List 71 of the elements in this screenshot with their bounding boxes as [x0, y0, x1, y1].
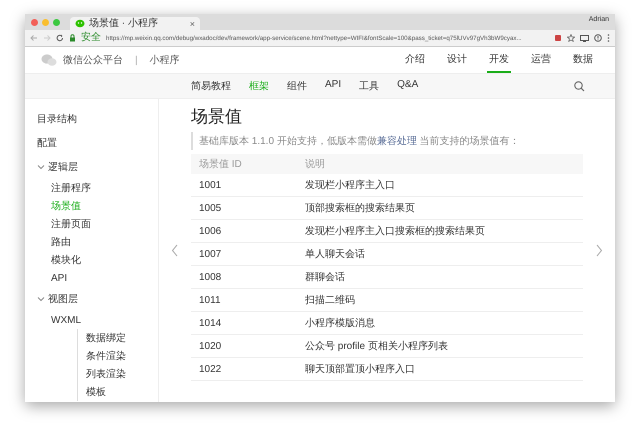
- forward-arrow-icon[interactable]: [43, 34, 51, 42]
- sidebar-item[interactable]: 视图层: [48, 292, 78, 306]
- subnav-tab[interactable]: Q&A: [397, 79, 418, 93]
- table-cell: 1005: [191, 196, 297, 220]
- info-icon: [594, 34, 602, 42]
- sidebar-item[interactable]: 路由: [51, 235, 71, 249]
- tab-close-button[interactable]: ×: [190, 18, 195, 28]
- sidebar-item[interactable]: 逻辑层: [48, 160, 78, 174]
- table-cell: 1020: [191, 334, 297, 358]
- page-title: 场景值: [191, 106, 243, 128]
- browser-tab[interactable]: 场景值 · 小程序 ×: [70, 17, 200, 30]
- subnav-tab[interactable]: 简易教程: [191, 79, 231, 93]
- table-cell: 公众号 profile 页相关小程序列表: [297, 334, 583, 358]
- table-cell: 单人聊天会话: [297, 242, 583, 266]
- table-cell: 1008: [191, 266, 297, 288]
- sidebar-item[interactable]: 目录结构: [37, 112, 77, 126]
- minimize-window-icon[interactable]: [42, 18, 49, 26]
- table-cell: 扫描二维码: [297, 288, 583, 312]
- site-brand[interactable]: 微信公众平台: [63, 53, 123, 67]
- table-cell: 1011: [191, 288, 297, 312]
- table-cell: 1014: [191, 312, 297, 334]
- subnav-tab[interactable]: API: [325, 79, 342, 93]
- zoom-window-icon[interactable]: [53, 18, 60, 26]
- sidebar-item[interactable]: 条件渲染: [86, 349, 126, 363]
- back-arrow-icon[interactable]: [30, 34, 38, 42]
- product-name[interactable]: 小程序: [150, 53, 180, 67]
- sidebar-item[interactable]: WXML: [51, 314, 81, 326]
- version-note: 基础库版本 1.1.0 开始支持，低版本需做兼容处理 当前支持的场景值有：: [191, 132, 583, 150]
- nav-tab[interactable]: 介绍: [403, 47, 427, 73]
- brand-separator: |: [135, 54, 138, 66]
- sidebar-item[interactable]: 模块化: [51, 253, 81, 267]
- sidebar-item[interactable]: 列表渲染: [86, 367, 126, 381]
- table-cell: 1001: [191, 174, 297, 196]
- column-header: 场景值 ID: [191, 154, 297, 174]
- table-cell: 群聊会话: [297, 266, 583, 288]
- lock-icon: [69, 34, 76, 42]
- chat-logo-icon: [41, 53, 57, 67]
- close-window-icon[interactable]: [31, 18, 38, 26]
- sidebar-item[interactable]: 模板: [86, 385, 106, 399]
- table-cell: 发现栏小程序主入口: [297, 174, 583, 196]
- chevron-left-icon[interactable]: [171, 244, 179, 257]
- table-cell: 1022: [191, 358, 297, 380]
- subnav-tab[interactable]: 工具: [359, 79, 380, 93]
- star-icon[interactable]: [567, 34, 575, 42]
- subnav-tab[interactable]: 组件: [287, 79, 307, 93]
- extension-icon: [554, 34, 562, 42]
- sidebar-item[interactable]: 数据绑定: [86, 331, 126, 345]
- table-cell: 聊天顶部置顶小程序入口: [297, 358, 583, 380]
- table-cell: 顶部搜索框的搜索结果页: [297, 196, 583, 220]
- compat-link[interactable]: 兼容处理: [376, 136, 417, 147]
- column-header: 说明: [297, 154, 583, 174]
- sidebar-item[interactable]: API: [51, 272, 68, 284]
- nav-tab[interactable]: 数据: [571, 47, 595, 73]
- monitor-icon: [580, 34, 589, 42]
- chat-bubble-icon: [75, 19, 85, 28]
- search-icon[interactable]: [574, 80, 585, 92]
- reload-icon[interactable]: [56, 34, 64, 42]
- security-label: 安全: [81, 32, 101, 44]
- table-cell: 发现栏小程序主入口搜索框的搜索结果页: [297, 220, 583, 242]
- nav-tab[interactable]: 设计: [445, 47, 469, 73]
- menu-icon[interactable]: [607, 34, 610, 42]
- nav-tab[interactable]: 运营: [529, 47, 553, 73]
- chevron-right-icon[interactable]: [595, 244, 603, 257]
- table-cell: 1007: [191, 242, 297, 266]
- sidebar-item[interactable]: 配置: [37, 136, 57, 150]
- sidebar-item[interactable]: 注册程序: [51, 181, 91, 195]
- table-cell: 小程序模版消息: [297, 312, 583, 334]
- caret-icon[interactable]: [37, 295, 45, 303]
- sidebar-item[interactable]: 注册页面: [51, 217, 91, 231]
- caret-icon[interactable]: [37, 163, 45, 171]
- table-cell: 1006: [191, 220, 297, 242]
